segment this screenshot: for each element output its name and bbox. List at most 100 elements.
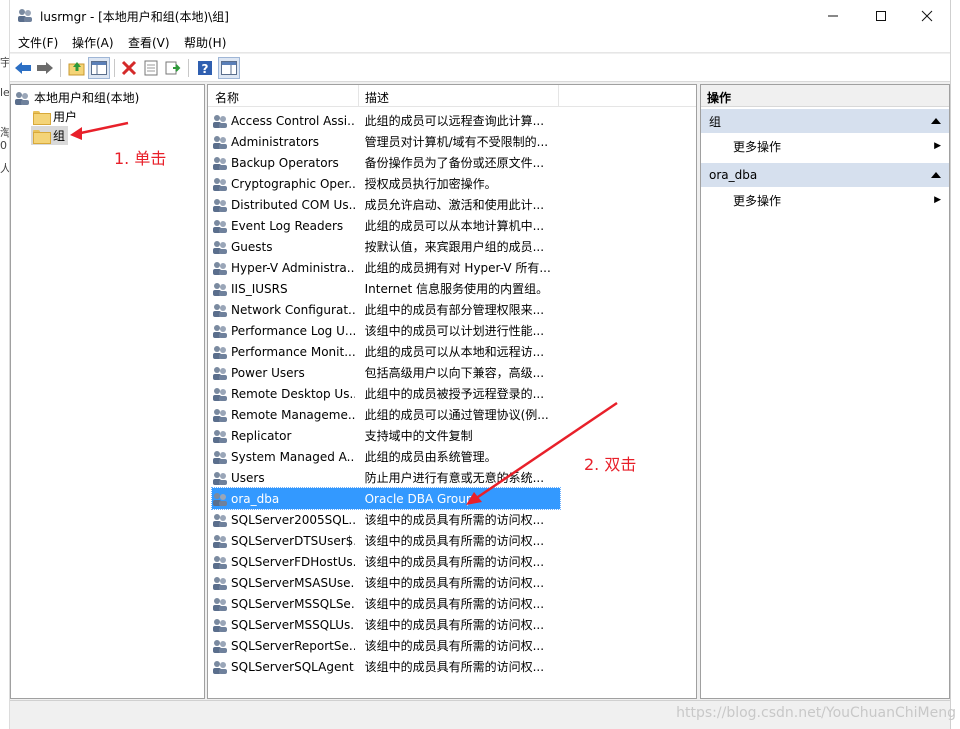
list-row[interactable]: Performance Log U... 该组中的成员可以计划进行性能... xyxy=(212,320,560,341)
list-row[interactable]: SQLServerMSSQLUs... 该组中的成员具有所需的访问权... xyxy=(212,614,560,635)
column-divider[interactable] xyxy=(358,85,359,107)
group-icon xyxy=(213,450,227,464)
row-name: Event Log Readers xyxy=(231,218,344,233)
properties-button[interactable] xyxy=(140,57,162,79)
row-description: 此组的成员可以远程查询此计算... xyxy=(364,114,545,128)
list-row[interactable]: ora_dba Oracle DBA Group xyxy=(211,487,561,510)
row-description: 此组的成员可以从本地和远程访... xyxy=(364,345,545,359)
row-name: SQLServerFDHostUs... xyxy=(231,554,355,569)
list-row[interactable]: System Managed A... 此组的成员由系统管理。 xyxy=(212,446,560,467)
list-row[interactable]: Performance Monit... 此组的成员可以从本地和远程访... xyxy=(212,341,560,362)
group-icon xyxy=(213,492,227,506)
row-name: Guests xyxy=(231,239,273,254)
show-tree-icon xyxy=(91,61,107,75)
more-actions-groups[interactable]: 更多操作 ▶ xyxy=(701,133,949,155)
list-row[interactable]: Access Control Assi... 此组的成员可以远程查询此计算... xyxy=(212,110,560,131)
forward-icon xyxy=(37,62,53,74)
list-row[interactable]: SQLServerDTSUser$... 该组中的成员具有所需的访问权... xyxy=(212,530,560,551)
back-button[interactable] xyxy=(12,57,34,79)
collapse-icon[interactable] xyxy=(931,172,941,178)
list-row[interactable]: SQLServerReportSe... 该组中的成员具有所需的访问权... xyxy=(212,635,560,656)
list-row[interactable]: IIS_IUSRS Internet 信息服务使用的内置组。 xyxy=(212,278,560,299)
row-name: Cryptographic Oper... xyxy=(231,176,355,191)
delete-button[interactable] xyxy=(118,57,140,79)
list-row[interactable]: SQLServerMSASUse... 该组中的成员具有所需的访问权... xyxy=(212,572,560,593)
folder-icon xyxy=(33,110,51,125)
row-name: Network Configurat... xyxy=(231,302,355,317)
group-icon xyxy=(213,639,227,653)
action-group-ora-dba[interactable]: ora_dba xyxy=(701,163,949,187)
list-row[interactable]: Remote Manageme... 此组的成员可以通过管理协议(例... xyxy=(212,404,560,425)
action-group-groups[interactable]: 组 xyxy=(701,109,949,133)
export-button[interactable] xyxy=(162,57,184,79)
list-row[interactable]: Distributed COM Us... 成员允许启动、激活和使用此计... xyxy=(212,194,560,215)
list-row[interactable]: Event Log Readers 此组的成员可以从本地计算机中... xyxy=(212,215,560,236)
maximize-button[interactable] xyxy=(858,0,904,31)
row-description: 该组中的成员具有所需的访问权... xyxy=(364,660,545,674)
menu-file[interactable]: 文件(F) xyxy=(18,34,58,51)
row-name: Remote Manageme... xyxy=(231,407,355,422)
background-window-strip: 宇 le 0 淘 人 xyxy=(0,0,10,729)
help-button[interactable]: ? xyxy=(194,57,216,79)
show-tree-button[interactable] xyxy=(88,57,110,79)
list-row[interactable]: SQLServerFDHostUs... 该组中的成员具有所需的访问权... xyxy=(212,551,560,572)
list-row[interactable]: Cryptographic Oper... 授权成员执行加密操作。 xyxy=(212,173,560,194)
users-group-icon xyxy=(15,91,29,105)
menu-view[interactable]: 查看(V) xyxy=(128,34,170,51)
row-name: Hyper-V Administra... xyxy=(231,260,355,275)
list-row[interactable]: SQLServer2005SQL... 该组中的成员具有所需的访问权... xyxy=(212,509,560,530)
submenu-arrow-icon: ▶ xyxy=(934,195,941,205)
up-folder-button[interactable] xyxy=(66,57,88,79)
row-name: SQLServerSQLAgent... xyxy=(231,659,355,674)
row-description: 支持域中的文件复制 xyxy=(364,429,473,443)
list-row[interactable]: Replicator 支持域中的文件复制 xyxy=(212,425,560,446)
row-description: 防止用户进行有意或无意的系统... xyxy=(364,471,545,485)
group-icon xyxy=(213,177,227,191)
list-row[interactable]: SQLServerMSSQLSe... 该组中的成员具有所需的访问权... xyxy=(212,593,560,614)
more-actions-ora-dba[interactable]: 更多操作 ▶ xyxy=(701,187,949,209)
menu-action[interactable]: 操作(A) xyxy=(72,34,114,51)
title-bar: lusrmgr - [本地用户和组(本地)\组] xyxy=(10,0,950,31)
action-group-label: ora_dba xyxy=(709,168,758,182)
list-row[interactable]: Hyper-V Administra... 此组的成员拥有对 Hyper-V 所有… xyxy=(212,257,560,278)
row-name: System Managed A... xyxy=(231,449,355,464)
column-header-description[interactable]: 描述 xyxy=(365,89,389,106)
column-header-name[interactable]: 名称 xyxy=(215,89,239,106)
collapse-icon[interactable] xyxy=(931,118,941,124)
tree-root[interactable]: 本地用户和组(本地) xyxy=(14,89,139,106)
group-icon xyxy=(213,429,227,443)
row-description: 授权成员执行加密操作。 xyxy=(364,177,497,191)
group-icon xyxy=(213,408,227,422)
row-name: Backup Operators xyxy=(231,155,339,170)
tree-item-groups[interactable]: 组 xyxy=(31,126,69,145)
menu-help[interactable]: 帮助(H) xyxy=(184,34,226,51)
minimize-button[interactable] xyxy=(810,0,856,31)
tree-item-users[interactable]: 用户 xyxy=(33,108,77,125)
row-description: 该组中的成员具有所需的访问权... xyxy=(364,597,545,611)
row-description: 此组的成员可以通过管理协议(例... xyxy=(364,408,549,422)
group-icon xyxy=(213,513,227,527)
help-icon: ? xyxy=(198,61,212,76)
list-row[interactable]: Guests 按默认值，来宾跟用户组的成员... xyxy=(212,236,560,257)
forward-button[interactable] xyxy=(34,57,56,79)
column-divider[interactable] xyxy=(558,85,559,107)
action-pane: 操作 组 更多操作 ▶ ora_dba 更多操作 ▶ xyxy=(700,84,950,699)
row-name: Administrators xyxy=(231,134,320,149)
list-row[interactable]: Remote Desktop Us... 此组中的成员被授予远程登录的... xyxy=(212,383,560,404)
list-row[interactable]: Network Configurat... 此组中的成员有部分管理权限来... xyxy=(212,299,560,320)
list-row[interactable]: Administrators 管理员对计算机/域有不受限制的... xyxy=(212,131,560,152)
background-fragment: 宇 xyxy=(0,56,10,69)
delete-icon xyxy=(121,60,137,76)
back-icon xyxy=(15,62,31,74)
more-actions-label: 更多操作 xyxy=(733,193,782,208)
list-pane: 名称 描述 Access Control Assi... 此组的成员可以远程查询此… xyxy=(207,84,697,699)
list-row[interactable]: Power Users 包括高级用户以向下兼容，高级... xyxy=(212,362,560,383)
action-pane-button[interactable] xyxy=(218,57,240,79)
list-row[interactable]: SQLServerSQLAgent... 该组中的成员具有所需的访问权... xyxy=(212,656,560,677)
action-group-label: 组 xyxy=(709,114,722,129)
row-description: 此组的成员可以从本地计算机中... xyxy=(364,219,545,233)
list-row[interactable]: Users 防止用户进行有意或无意的系统... xyxy=(212,467,560,488)
background-fragment: 人 xyxy=(0,162,10,175)
close-button[interactable] xyxy=(904,0,950,31)
list-row[interactable]: Backup Operators 备份操作员为了备份或还原文件... xyxy=(212,152,560,173)
